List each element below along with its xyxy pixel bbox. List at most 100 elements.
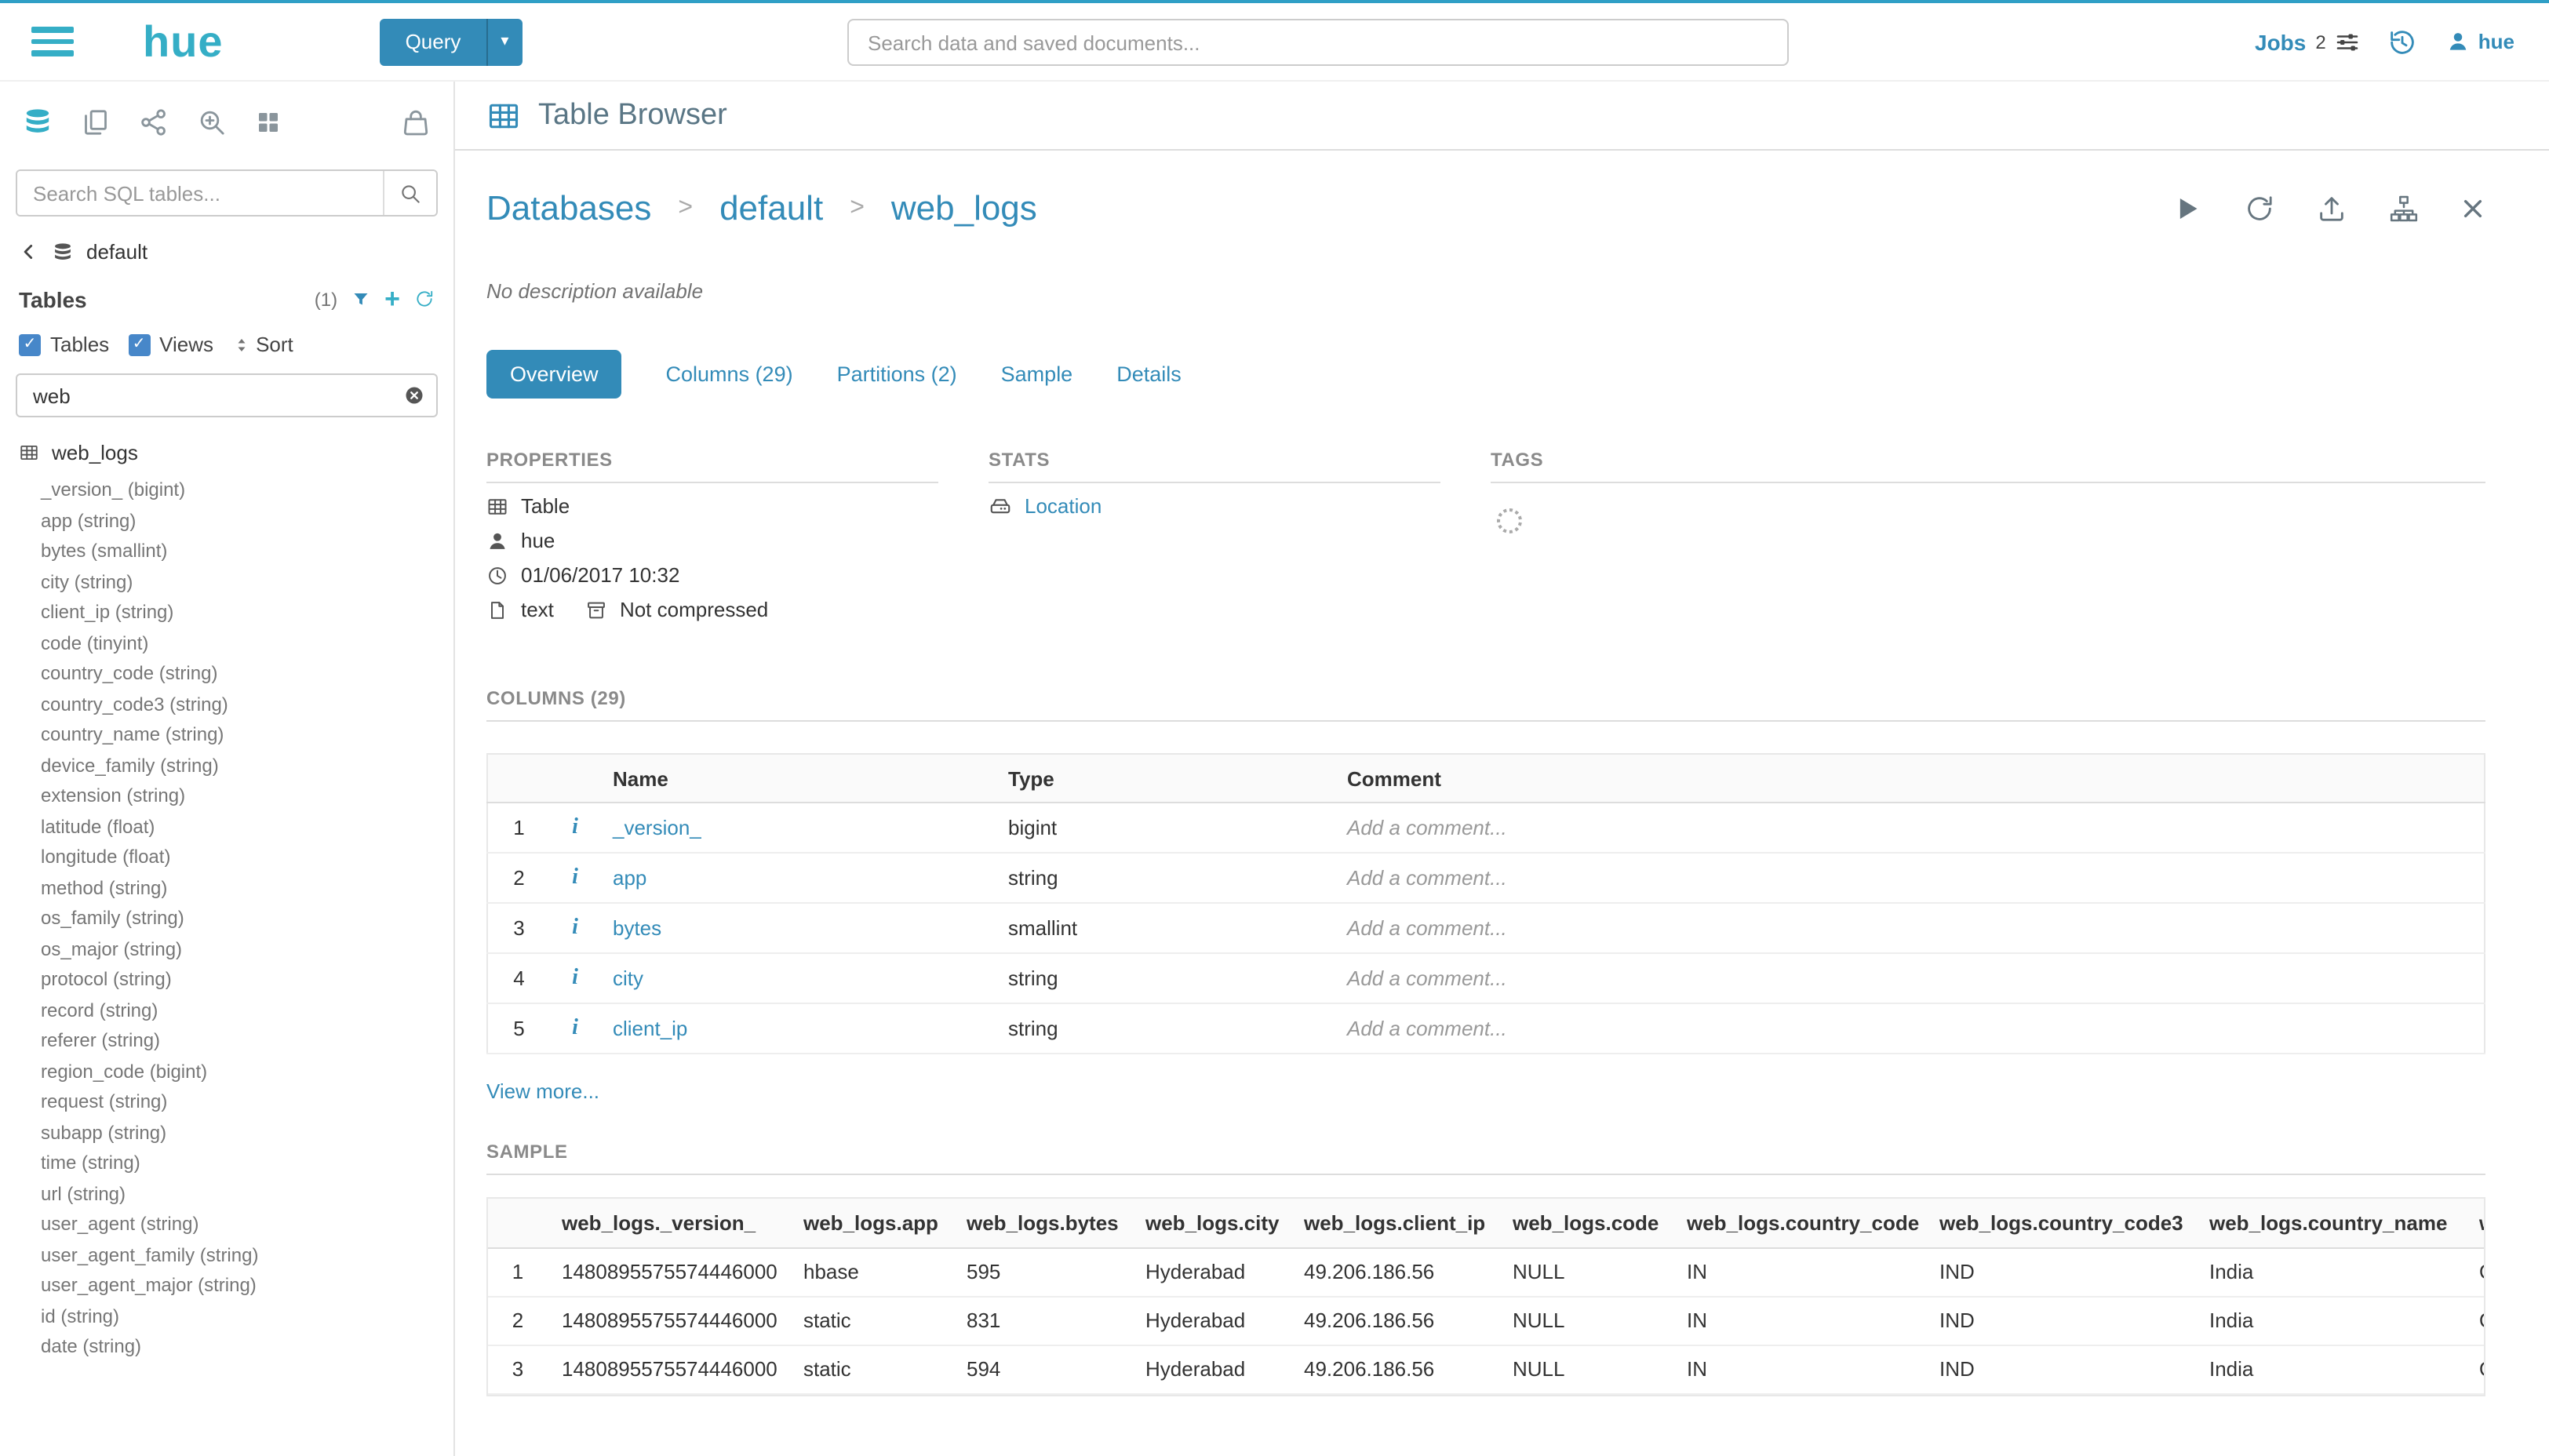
back-chevron-icon[interactable] (19, 242, 39, 262)
sidebar-column[interactable]: country_code (string) (41, 659, 453, 690)
view-more-link[interactable]: View more... (486, 1079, 599, 1103)
tab-columns[interactable]: Columns (29) (666, 362, 793, 386)
sliders-icon[interactable] (2334, 27, 2362, 56)
tags-title: TAGS (1491, 449, 2485, 483)
info-icon[interactable]: i (572, 866, 578, 890)
tab-partitions[interactable]: Partitions (2) (837, 362, 957, 386)
views-checkbox[interactable]: ✓ (128, 333, 150, 355)
sidebar-column[interactable]: app (string) (41, 506, 453, 537)
user-menu[interactable]: hue (2447, 30, 2514, 53)
query-split-button[interactable]: Query ▾ (381, 18, 523, 65)
sample-cell: NULL (1498, 1247, 1673, 1296)
sql-assist-icon[interactable] (22, 107, 53, 138)
sidebar-column[interactable]: client_ip (string) (41, 598, 453, 628)
sidebar-column[interactable]: os_family (string) (41, 904, 453, 934)
query-button[interactable]: Query (381, 18, 486, 65)
global-search-input[interactable] (847, 19, 1789, 66)
sidebar-column[interactable]: _version_ (bigint) (41, 475, 453, 506)
refresh-tables-icon[interactable] (414, 289, 435, 309)
column-comment[interactable]: Add a comment... (1335, 953, 2484, 1003)
column-comment[interactable]: Add a comment... (1335, 1003, 2484, 1054)
add-table-icon[interactable]: + (384, 286, 400, 312)
sidebar-column[interactable]: country_name (string) (41, 720, 453, 751)
bag-icon[interactable] (400, 107, 432, 138)
sidebar-column[interactable]: referer (string) (41, 1026, 453, 1057)
sidebar-search-button[interactable] (383, 171, 436, 215)
sidebar-column[interactable]: bytes (smallint) (41, 537, 453, 567)
active-database-name[interactable]: default (86, 240, 147, 264)
sidebar-column[interactable]: url (string) (41, 1179, 453, 1210)
sidebar-column[interactable]: user_agent (string) (41, 1210, 453, 1240)
info-icon[interactable]: i (572, 816, 578, 839)
info-icon[interactable]: i (572, 966, 578, 990)
row-index: 3 (488, 1345, 548, 1393)
tab-details[interactable]: Details (1116, 362, 1182, 386)
breadcrumb-web-logs[interactable]: web_logs (891, 188, 1037, 229)
sidebar-column[interactable]: os_major (string) (41, 934, 453, 965)
hue-logo[interactable]: hue (143, 16, 224, 67)
sidebar-column[interactable]: id (string) (41, 1301, 453, 1332)
tab-sample[interactable]: Sample (1001, 362, 1073, 386)
sidebar-column[interactable]: code (tinyint) (41, 628, 453, 659)
jobs-link[interactable]: Jobs (2255, 29, 2306, 54)
close-icon[interactable] (2460, 196, 2485, 221)
tables-checkbox[interactable]: ✓ (19, 333, 41, 355)
sidebar-column[interactable]: user_agent_family (string) (41, 1240, 453, 1271)
breadcrumb-default[interactable]: default (719, 188, 823, 229)
table-filter-input[interactable] (16, 373, 438, 417)
apps-grid-icon[interactable] (254, 108, 282, 136)
column-name-link[interactable]: _version_ (613, 816, 701, 839)
properties-title: PROPERTIES (486, 449, 938, 483)
sidebar-column[interactable]: extension (string) (41, 781, 453, 812)
sort-toggle[interactable]: Sort (232, 333, 293, 356)
sort-icon (232, 335, 251, 354)
history-icon[interactable] (2387, 26, 2419, 57)
clear-filter-icon[interactable] (403, 384, 425, 406)
upload-icon[interactable] (2315, 193, 2347, 224)
columns-header-index (487, 754, 550, 803)
breadcrumb: Databases > default > web_logs (486, 188, 1037, 229)
row-index: 2 (487, 853, 550, 903)
documents-assist-icon[interactable] (80, 107, 111, 138)
breadcrumb-databases[interactable]: Databases (486, 188, 651, 229)
sidebar-column[interactable]: longitude (float) (41, 843, 453, 873)
sidebar-column[interactable]: device_family (string) (41, 751, 453, 781)
column-name-link[interactable]: app (613, 866, 646, 890)
column-comment[interactable]: Add a comment... (1335, 903, 2484, 953)
sidebar-column[interactable]: region_code (bigint) (41, 1057, 453, 1087)
share-assist-icon[interactable] (138, 107, 169, 138)
sidebar-column[interactable]: city (string) (41, 567, 453, 598)
compression-icon (585, 599, 607, 621)
query-caret-button[interactable]: ▾ (486, 18, 522, 65)
sidebar-column[interactable]: record (string) (41, 996, 453, 1026)
column-name-link[interactable]: city (613, 966, 643, 990)
sidebar-column[interactable]: protocol (string) (41, 965, 453, 996)
query-play-icon[interactable] (2171, 193, 2202, 224)
zoom-assist-icon[interactable] (196, 107, 228, 138)
sidebar-table-web-logs[interactable]: web_logs (19, 441, 435, 464)
sample-cell: Other (2465, 1296, 2485, 1345)
table-description[interactable]: No description available (486, 279, 2485, 303)
hamburger-menu-icon[interactable] (31, 21, 74, 63)
sidebar-column[interactable]: subapp (string) (41, 1118, 453, 1148)
sidebar-column[interactable]: country_code3 (string) (41, 690, 453, 720)
location-link[interactable]: Location (1025, 494, 1102, 518)
sidebar-column[interactable]: user_agent_major (string) (41, 1271, 453, 1301)
sidebar-column[interactable]: time (string) (41, 1148, 453, 1179)
sidebar-column[interactable]: method (string) (41, 873, 453, 904)
sidebar-column[interactable]: date (string) (41, 1332, 453, 1363)
tab-overview[interactable]: Overview (486, 350, 622, 399)
info-icon[interactable]: i (572, 916, 578, 940)
column-name-link[interactable]: bytes (613, 916, 661, 940)
refresh-icon[interactable] (2243, 193, 2274, 224)
sidebar-search-input[interactable] (17, 171, 383, 215)
column-name-link[interactable]: client_ip (613, 1017, 687, 1040)
lineage-sitemap-icon[interactable] (2387, 193, 2419, 224)
info-icon[interactable]: i (572, 1017, 578, 1040)
filter-funnel-icon[interactable] (351, 289, 370, 308)
column-comment[interactable]: Add a comment... (1335, 803, 2484, 853)
sidebar-column[interactable]: latitude (float) (41, 812, 453, 843)
column-comment[interactable]: Add a comment... (1335, 853, 2484, 903)
columns-table: Name Type Comment 1 i _version_ bigint A… (486, 753, 2485, 1054)
sidebar-column[interactable]: request (string) (41, 1087, 453, 1118)
